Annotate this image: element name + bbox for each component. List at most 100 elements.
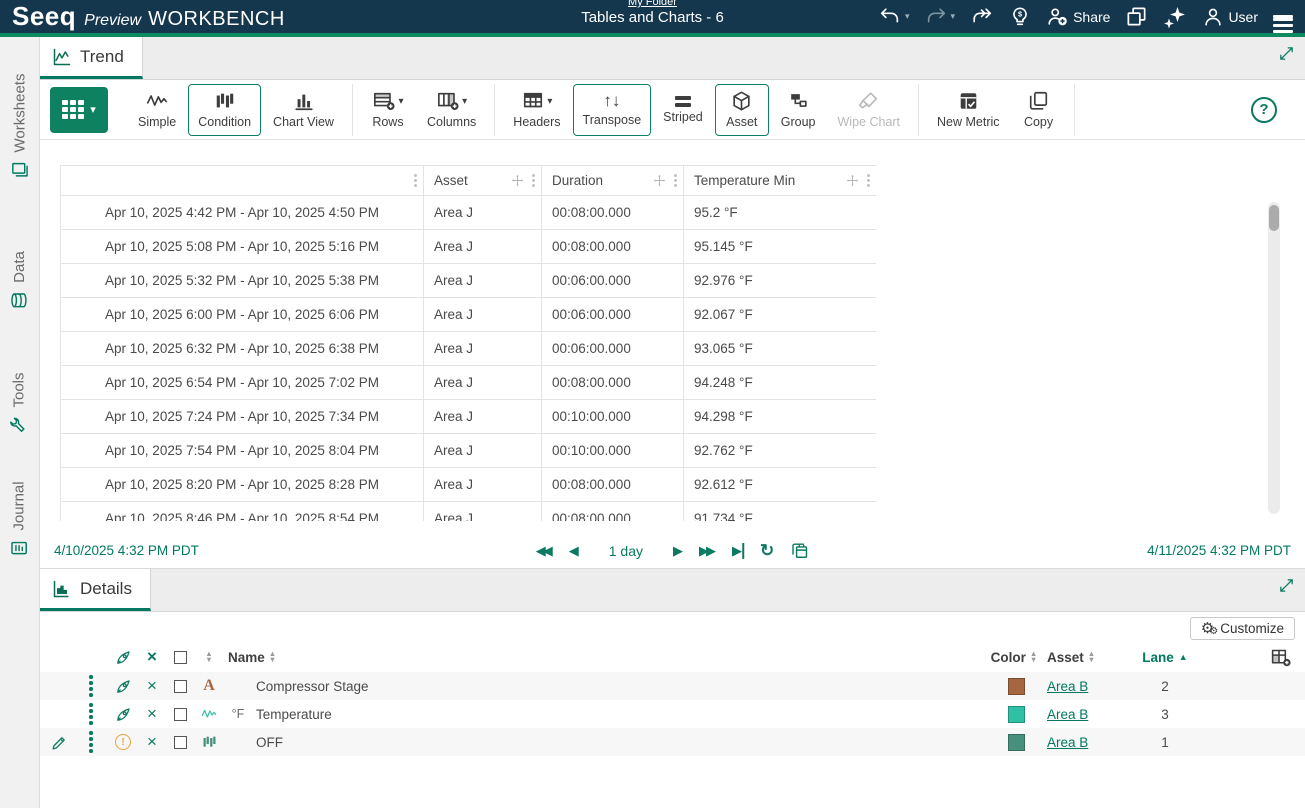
toolbar-asset-button[interactable]: Asset xyxy=(715,84,769,136)
step-forward-double-button[interactable]: ▶▶ xyxy=(699,543,716,559)
forward-all-button[interactable] xyxy=(970,6,994,28)
toolbar-striped-button[interactable]: Striped xyxy=(653,84,713,136)
table-row[interactable]: Apr 10, 2025 7:24 PM - Apr 10, 2025 7:34… xyxy=(61,400,877,434)
user-menu-button[interactable]: User xyxy=(1202,6,1258,28)
sort-icon[interactable]: ▲▼ xyxy=(1030,651,1037,663)
drag-handle-icon[interactable] xyxy=(89,703,93,725)
select-all-checkbox[interactable] xyxy=(174,651,187,664)
hamburger-menu-button[interactable] xyxy=(1273,12,1293,21)
item-name[interactable]: OFF xyxy=(252,735,985,750)
column-asset-header[interactable]: Asset ▲▼ xyxy=(1047,650,1137,665)
step-back-button[interactable]: ◀ xyxy=(569,543,579,559)
toolbar-rows-button[interactable]: ▾ Rows xyxy=(361,84,415,136)
item-checkbox[interactable] xyxy=(174,708,187,721)
step-to-now-button[interactable]: ▶ xyxy=(732,543,744,559)
range-start[interactable]: 4/10/2025 4:32 PM PDT xyxy=(54,543,199,558)
step-back-double-button[interactable]: ◀◀ xyxy=(536,543,553,559)
table-row[interactable]: Apr 10, 2025 7:54 PM - Apr 10, 2025 8:04… xyxy=(61,434,877,468)
remove-item-icon[interactable]: × xyxy=(138,704,166,724)
help-button[interactable]: ? xyxy=(1251,97,1277,123)
asset-link[interactable]: Area B xyxy=(1047,679,1088,694)
customize-button[interactable]: ⚙⚙ Customize xyxy=(1190,617,1295,640)
table-view-dropdown-button[interactable]: ▾ xyxy=(50,87,108,133)
header-duration[interactable]: Duration xyxy=(542,166,684,196)
item-checkbox[interactable] xyxy=(174,680,187,693)
rocket-icon[interactable] xyxy=(108,678,138,695)
asset-link[interactable]: Area B xyxy=(1047,707,1088,722)
column-lane-header[interactable]: Lane ▲ xyxy=(1137,650,1193,665)
sort-icon[interactable]: ▲▼ xyxy=(1088,651,1095,663)
usage-button[interactable] xyxy=(1009,6,1031,28)
details-row-temperature[interactable]: × °F Temperature Area B 3 xyxy=(40,700,1305,728)
toolbar-wipe-chart-button[interactable]: Wipe Chart xyxy=(828,84,911,136)
column-menu-icon[interactable] xyxy=(530,172,537,189)
share-button[interactable]: Share xyxy=(1046,6,1110,28)
toolbar-group-button[interactable]: Group xyxy=(771,84,826,136)
toolbar-chart-view-button[interactable]: Chart View xyxy=(263,84,344,136)
column-menu-icon[interactable] xyxy=(412,172,419,189)
breadcrumb[interactable]: My Folder xyxy=(581,0,724,8)
table-scrollbar[interactable] xyxy=(1268,202,1280,514)
copy-time-range-button[interactable] xyxy=(790,541,809,560)
table-row[interactable]: Apr 10, 2025 8:46 PM - Apr 10, 2025 8:54… xyxy=(61,502,877,522)
sort-icon[interactable]: ▲▼ xyxy=(269,651,276,663)
toolbar-transpose-button[interactable]: ↑↓ Transpose xyxy=(573,84,652,136)
move-column-icon[interactable] xyxy=(846,174,859,187)
duplicate-worksheet-button[interactable] xyxy=(1125,5,1148,28)
column-color-header[interactable]: Color ▲▼ xyxy=(985,650,1047,665)
expand-trend-button[interactable] xyxy=(1278,45,1295,62)
redo-button[interactable]: ▾ xyxy=(925,6,956,28)
column-menu-icon[interactable] xyxy=(672,172,679,189)
range-end[interactable]: 4/11/2025 4:32 PM PDT xyxy=(1147,543,1291,558)
color-swatch[interactable] xyxy=(1008,734,1025,751)
expand-details-button[interactable] xyxy=(1278,577,1295,594)
add-column-icon[interactable] xyxy=(1270,647,1291,668)
header-asset[interactable]: Asset xyxy=(424,166,542,196)
rocket-icon[interactable] xyxy=(108,649,138,666)
toolbar-columns-button[interactable]: ▾ Columns xyxy=(417,84,486,136)
move-column-icon[interactable] xyxy=(653,174,666,187)
edit-pencil-icon[interactable] xyxy=(44,734,74,751)
details-row-off[interactable]: ! × OFF Area B 1 xyxy=(40,728,1305,756)
table-row[interactable]: Apr 10, 2025 6:54 PM - Apr 10, 2025 7:02… xyxy=(61,366,877,400)
scrollbar-thumb[interactable] xyxy=(1269,205,1279,231)
tab-details[interactable]: Details xyxy=(40,569,151,611)
table-row[interactable]: Apr 10, 2025 8:20 PM - Apr 10, 2025 8:28… xyxy=(61,468,877,502)
item-name[interactable]: Compressor Stage xyxy=(252,679,985,694)
warning-icon[interactable]: ! xyxy=(115,734,131,750)
details-row-compressor-stage[interactable]: × A Compressor Stage Area B 2 xyxy=(40,672,1305,700)
item-checkbox[interactable] xyxy=(174,736,187,749)
color-swatch[interactable] xyxy=(1008,706,1025,723)
item-name[interactable]: Temperature xyxy=(252,707,985,722)
sort-icon[interactable]: ▲▼ xyxy=(205,651,212,663)
tab-trend[interactable]: Trend xyxy=(40,37,143,79)
toolbar-copy-button[interactable]: Copy xyxy=(1012,84,1066,136)
header-temperature-min[interactable]: Temperature Min xyxy=(684,166,877,196)
undo-button[interactable]: ▾ xyxy=(879,6,910,28)
table-row[interactable]: Apr 10, 2025 6:00 PM - Apr 10, 2025 6:06… xyxy=(61,298,877,332)
column-name-header[interactable]: Name ▲▼ xyxy=(224,650,985,665)
move-column-icon[interactable] xyxy=(511,174,524,187)
duration-label[interactable]: 1 day xyxy=(609,543,643,559)
refresh-icon[interactable]: ↻ xyxy=(760,541,774,561)
chevron-down-icon[interactable]: ▾ xyxy=(905,11,910,22)
drag-handle-icon[interactable] xyxy=(89,675,93,697)
color-swatch[interactable] xyxy=(1008,678,1025,695)
asset-link[interactable]: Area B xyxy=(1047,735,1088,750)
remove-item-icon[interactable]: × xyxy=(138,676,166,696)
remove-all-icon[interactable]: × xyxy=(138,647,166,667)
table-row[interactable]: Apr 10, 2025 5:08 PM - Apr 10, 2025 5:16… xyxy=(61,230,877,264)
table-row[interactable]: Apr 10, 2025 6:32 PM - Apr 10, 2025 6:38… xyxy=(61,332,877,366)
toolbar-condition-button[interactable]: Condition xyxy=(188,84,261,136)
rocket-icon[interactable] xyxy=(108,706,138,723)
column-menu-icon[interactable] xyxy=(865,172,872,189)
drag-handle-icon[interactable] xyxy=(89,731,93,753)
table-row[interactable]: Apr 10, 2025 4:42 PM - Apr 10, 2025 4:50… xyxy=(61,196,877,230)
toolbar-headers-button[interactable]: ▾ Headers xyxy=(503,84,570,136)
header-capsule[interactable] xyxy=(61,166,424,196)
table-row[interactable]: Apr 10, 2025 5:32 PM - Apr 10, 2025 5:38… xyxy=(61,264,877,298)
step-forward-button[interactable]: ▶ xyxy=(673,543,683,559)
ai-assistant-button[interactable] xyxy=(1163,5,1187,29)
remove-item-icon[interactable]: × xyxy=(138,732,166,752)
toolbar-simple-button[interactable]: Simple xyxy=(128,84,186,136)
